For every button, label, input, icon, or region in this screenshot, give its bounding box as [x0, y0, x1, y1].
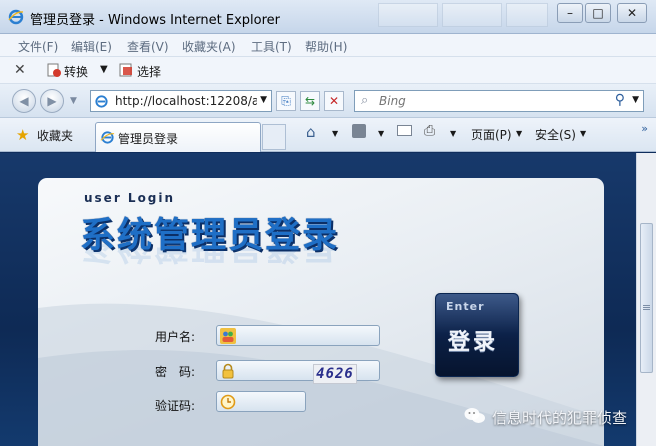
print-dropdown-icon[interactable]: ▼: [450, 129, 456, 138]
ie-logo-icon: [8, 9, 24, 25]
lock-icon: [222, 363, 234, 379]
favorites-bar: ★ 收藏夹 管理员登录 ⌂ ▼ ▼ ⎙ ▼ 页面(P) ▼ 安全(S) ▼ »: [0, 118, 656, 152]
close-toolbar-button[interactable]: ✕: [14, 62, 26, 78]
maximize-button[interactable]: □: [585, 3, 611, 23]
tab-title: 管理员登录: [118, 132, 179, 146]
ie-page-icon: [100, 131, 115, 144]
print-icon[interactable]: ⎙: [424, 123, 435, 139]
scrollbar-grip: [643, 305, 650, 306]
password-label: 密 码:: [155, 365, 196, 379]
home-dropdown-icon[interactable]: ▼: [332, 129, 338, 138]
users-icon: [220, 328, 236, 344]
watermark-text: 信息时代的犯罪侦查: [492, 409, 628, 427]
captcha-image[interactable]: 4626: [313, 364, 357, 384]
scrollbar-thumb[interactable]: [640, 223, 653, 373]
login-button-enter: Enter: [446, 300, 485, 313]
search-provider-icon: ⌕: [361, 93, 369, 108]
close-window-button[interactable]: ✕: [617, 3, 647, 23]
forward-arrow-icon[interactable]: ▶: [40, 89, 64, 113]
menu-file[interactable]: 文件(F): [18, 38, 58, 55]
navigation-bar: ◀ ▶ ▼ http://localhost:12208/a ▼ ⎘ ⇆ ✕ ⌕…: [0, 84, 656, 118]
address-dropdown-icon[interactable]: ▼: [260, 95, 267, 105]
menu-bar: 文件(F) 编辑(E) 查看(V) 收藏夹(A) 工具(T) 帮助(H): [0, 34, 656, 57]
favorites-star-icon[interactable]: ★: [16, 126, 29, 144]
convert-toolbar: ✕ 转换 ▼ 选择: [0, 57, 656, 84]
menu-favorites[interactable]: 收藏夹(A): [182, 38, 236, 55]
feeds-icon[interactable]: [352, 124, 366, 138]
username-field[interactable]: [216, 325, 380, 346]
menu-tools[interactable]: 工具(T): [251, 38, 292, 55]
login-panel: user Login 系统管理员登录 系统管理员登录 用户名: 密 码: 验证码…: [38, 178, 604, 446]
toolbar-overflow-chevron-icon[interactable]: »: [641, 122, 648, 135]
pdf-convert-icon: [47, 63, 61, 77]
compatibility-view-icon[interactable]: ⎘: [276, 91, 296, 111]
stop-icon[interactable]: ✕: [324, 91, 344, 111]
search-icon[interactable]: ⚲: [615, 92, 625, 108]
safety-menu-dropdown-icon[interactable]: ▼: [580, 129, 586, 138]
url-text[interactable]: http://localhost:12208/a: [115, 94, 257, 108]
feeds-dropdown-icon[interactable]: ▼: [378, 129, 384, 138]
vertical-scrollbar[interactable]: [636, 153, 656, 446]
login-button[interactable]: Enter 登录: [435, 293, 519, 377]
tab-admin-login[interactable]: 管理员登录: [95, 122, 261, 152]
page-viewport: user Login 系统管理员登录 系统管理员登录 用户名: 密 码: 验证码…: [0, 153, 636, 446]
menu-edit[interactable]: 编辑(E): [71, 38, 112, 55]
minimize-button[interactable]: –: [557, 3, 583, 23]
back-arrow-icon[interactable]: ◀: [12, 89, 36, 113]
search-options-dropdown-icon[interactable]: ▼: [632, 95, 639, 105]
wechat-logo-icon: [464, 408, 485, 423]
title-bar: 管理员登录 - Windows Internet Explorer – □ ✕: [0, 0, 656, 34]
login-button-label: 登录: [448, 329, 499, 355]
login-title-reflection: 系统管理员登录: [80, 244, 340, 266]
select-button[interactable]: 选择: [137, 63, 161, 80]
mail-icon[interactable]: [397, 125, 412, 136]
favorites-button[interactable]: 收藏夹: [37, 127, 73, 144]
background-window-tabs: [378, 0, 548, 28]
username-label: 用户名:: [155, 330, 196, 344]
history-dropdown-icon[interactable]: ▼: [70, 96, 77, 106]
address-bar[interactable]: http://localhost:12208/a ▼: [90, 90, 272, 112]
search-box[interactable]: ⌕ ⚲ ▼: [354, 90, 644, 112]
home-icon[interactable]: ⌂: [306, 123, 316, 141]
page-menu[interactable]: 页面(P): [471, 126, 512, 143]
menu-help[interactable]: 帮助(H): [305, 38, 347, 55]
convert-button[interactable]: 转换: [64, 63, 88, 80]
page-icon: [95, 95, 108, 108]
select-icon: [119, 63, 132, 77]
user-login-caption: user Login: [84, 191, 176, 205]
captcha-label: 验证码:: [155, 399, 196, 413]
clock-icon: [220, 394, 236, 410]
captcha-field[interactable]: [216, 391, 306, 412]
page-menu-dropdown-icon[interactable]: ▼: [516, 129, 522, 138]
refresh-icon[interactable]: ⇆: [300, 91, 320, 111]
window-title: 管理员登录 - Windows Internet Explorer: [30, 13, 280, 28]
search-input[interactable]: [379, 93, 599, 109]
menu-view[interactable]: 查看(V): [127, 38, 169, 55]
convert-dropdown-icon[interactable]: ▼: [100, 64, 108, 75]
new-tab-button[interactable]: [262, 124, 286, 150]
safety-menu[interactable]: 安全(S): [535, 126, 576, 143]
